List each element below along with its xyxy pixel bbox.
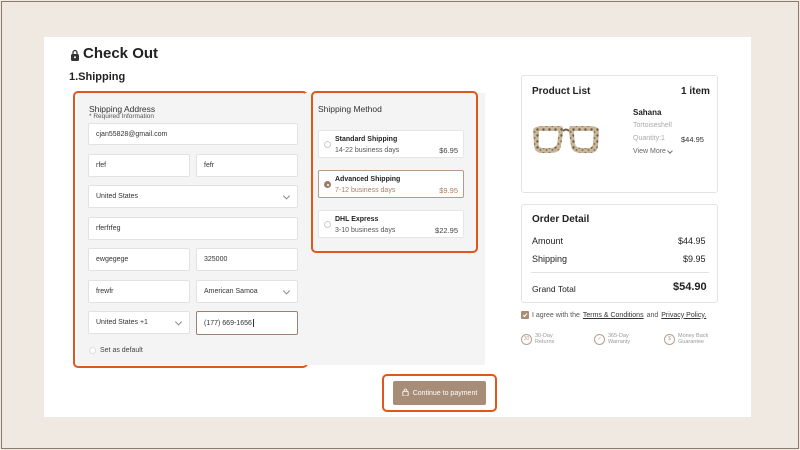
country-select[interactable]: United States	[88, 185, 298, 208]
item-count: 1 item	[681, 86, 710, 97]
zip-value: 325000	[204, 256, 228, 263]
city-value: ewgegege	[96, 256, 129, 263]
order-detail-heading: Order Detail	[532, 214, 590, 225]
radio-icon	[324, 141, 331, 148]
email-value: cjan55828@gmail.com	[96, 130, 168, 138]
product-list-heading: Product List	[532, 86, 591, 97]
and-text: and	[646, 311, 659, 319]
checkbox-icon	[89, 347, 96, 354]
badge-line2: Warranty	[608, 339, 631, 345]
last-name-field[interactable]: fefr	[196, 154, 298, 177]
agree-text: I agree with the	[532, 311, 580, 319]
badge-line2: Returns	[535, 339, 555, 345]
amount-value: $44.95	[678, 236, 706, 246]
privacy-link[interactable]: Privacy Policy.	[661, 312, 706, 319]
terms-link[interactable]: Terms & Conditions	[583, 312, 644, 319]
option-name: DHL Express	[335, 216, 379, 223]
zip-field[interactable]: 325000	[196, 248, 298, 271]
radio-icon	[324, 221, 331, 228]
product-quantity: Quantity:1	[633, 135, 665, 142]
shipping-option-standard[interactable]: Standard Shipping 14-22 business days $6…	[318, 130, 464, 158]
option-days: 14-22 business days	[335, 147, 400, 154]
terms-agreement: I agree with the Terms & Conditions and …	[521, 311, 706, 319]
continue-to-payment-button[interactable]: Continue to payment	[393, 381, 486, 405]
option-name: Standard Shipping	[335, 136, 398, 143]
address2-value: frewfr	[96, 288, 114, 295]
lock-icon	[70, 48, 80, 61]
shipping-option-dhl[interactable]: DHL Express 3-10 business days $22.95	[318, 210, 464, 238]
required-note: * Required Information	[89, 113, 155, 120]
radio-selected-icon	[324, 181, 331, 188]
lock-icon	[402, 388, 409, 398]
option-days: 7-12 business days	[335, 187, 396, 194]
country-value: United States	[96, 193, 139, 200]
email-field[interactable]: cjan55828@gmail.com	[88, 123, 298, 145]
option-price: $6.95	[439, 146, 458, 155]
view-more-link[interactable]: View More	[633, 147, 673, 155]
money-back-badge: $ Money Back Guarantee	[664, 333, 708, 345]
shipping-value: $9.95	[683, 254, 706, 264]
returns-badge: 30 30-Day Returns	[521, 333, 554, 345]
page-title-text: Check Out	[83, 45, 159, 62]
grand-total-value: $54.90	[673, 281, 707, 293]
first-name-field[interactable]: rfef	[88, 154, 190, 177]
last-name-value: fefr	[204, 162, 215, 169]
continue-label: Continue to payment	[412, 389, 478, 397]
product-name: Sahana	[633, 108, 662, 117]
chevron-down-icon	[282, 286, 291, 295]
city-field[interactable]: ewgegege	[88, 248, 190, 271]
option-days: 3-10 business days	[335, 227, 396, 234]
first-name-value: rfef	[96, 162, 107, 169]
return-icon: 30	[521, 333, 532, 345]
section-heading: 1.Shipping	[69, 71, 126, 83]
page-title: Check Out	[70, 45, 158, 62]
chevron-down-icon	[667, 147, 673, 154]
set-default-checkbox[interactable]: Set as default	[89, 347, 143, 354]
address-value: rferfrfeg	[96, 225, 121, 232]
address2-field[interactable]: frewfr	[88, 280, 190, 303]
shipping-option-advanced[interactable]: Advanced Shipping 7-12 business days $9.…	[318, 170, 464, 198]
address-field[interactable]: rferfrfeg	[88, 217, 298, 240]
divider	[531, 272, 709, 273]
money-icon: $	[664, 333, 675, 345]
checkbox-checked-icon[interactable]	[521, 311, 529, 319]
option-price: $9.95	[439, 186, 458, 195]
text-cursor	[252, 319, 254, 327]
state-select[interactable]: American Samoa	[196, 280, 298, 303]
view-more-label: View More	[633, 148, 666, 155]
amount-label: Amount	[532, 236, 564, 246]
option-price: $22.95	[435, 226, 458, 235]
phone-value: (177) 669-1656	[204, 319, 252, 327]
state-value: American Samoa	[204, 288, 258, 295]
phone-field[interactable]: (177) 669-1656	[196, 311, 298, 335]
shield-icon: ✓	[594, 333, 605, 345]
phone-country-select[interactable]: United States +1	[88, 311, 190, 334]
option-name: Advanced Shipping	[335, 176, 401, 183]
shipping-heading: Shipping Method	[318, 104, 382, 114]
grand-total-label: Grand Total	[532, 284, 576, 294]
chevron-down-icon	[174, 317, 183, 326]
product-price: $44.95	[681, 135, 704, 144]
product-image	[530, 122, 602, 163]
set-default-label: Set as default	[100, 347, 143, 354]
badge-line2: Guarantee	[678, 339, 704, 345]
phone-country-value: United States +1	[96, 319, 148, 326]
chevron-down-icon	[282, 191, 291, 200]
shipping-label: Shipping	[532, 254, 568, 264]
warranty-badge: ✓ 365-Day Warranty	[594, 333, 630, 345]
product-color: Tortoiseshell	[633, 122, 672, 129]
